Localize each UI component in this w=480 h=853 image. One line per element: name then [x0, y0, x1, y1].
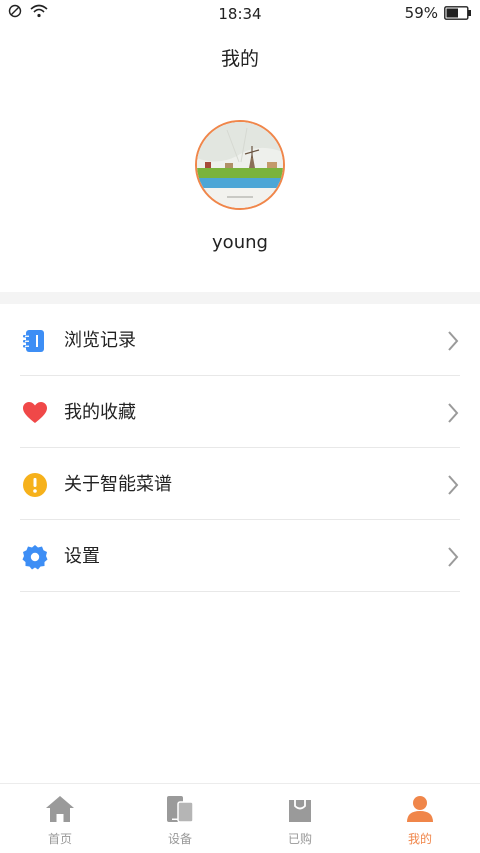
status-right: 59%	[405, 4, 472, 22]
battery-percent: 59%	[404, 4, 438, 22]
home-icon	[46, 796, 74, 822]
heart-icon	[23, 402, 47, 423]
settings-menu: 浏览记录 我的收藏 关于智能菜谱 设置	[0, 304, 480, 592]
bottom-tab-bar: 首页 设备 已购 我的	[0, 783, 480, 853]
tab-devices[interactable]: 设备	[120, 784, 240, 853]
section-divider	[0, 292, 480, 304]
page-title: 我的	[220, 48, 259, 70]
tab-label: 设备	[167, 832, 192, 846]
tab-home[interactable]: 首页	[0, 784, 120, 853]
chevron-right-icon	[448, 403, 459, 423]
menu-item-history[interactable]: 浏览记录	[0, 304, 480, 376]
menu-item-label: 我的收藏	[64, 402, 136, 423]
gear-icon	[22, 545, 48, 570]
menu-item-about[interactable]: 关于智能菜谱	[0, 448, 480, 520]
info-icon	[23, 473, 47, 497]
devices-icon	[167, 796, 194, 823]
avatar-image	[197, 122, 283, 208]
tab-label: 已购	[287, 832, 312, 846]
chevron-right-icon	[448, 475, 459, 495]
menu-item-label: 关于智能菜谱	[64, 474, 172, 495]
menu-separator	[20, 591, 460, 592]
chevron-right-icon	[448, 547, 459, 567]
avatar[interactable]	[195, 120, 285, 210]
chevron-right-icon	[448, 331, 459, 351]
menu-item-label: 浏览记录	[64, 330, 136, 351]
shopping-bag-icon	[289, 800, 311, 822]
menu-item-favorites[interactable]: 我的收藏	[0, 376, 480, 448]
menu-item-label: 设置	[64, 546, 100, 567]
tab-purchased[interactable]: 已购	[240, 784, 360, 853]
tab-label: 首页	[47, 832, 72, 846]
history-icon	[23, 330, 44, 352]
menu-item-settings[interactable]: 设置	[0, 520, 480, 592]
tab-mine[interactable]: 我的	[360, 784, 480, 853]
battery-icon	[444, 6, 471, 20]
username: young	[212, 232, 268, 253]
status-bar: 18:34 59%	[0, 0, 480, 26]
tab-label: 我的	[407, 832, 432, 846]
person-icon	[407, 796, 433, 822]
